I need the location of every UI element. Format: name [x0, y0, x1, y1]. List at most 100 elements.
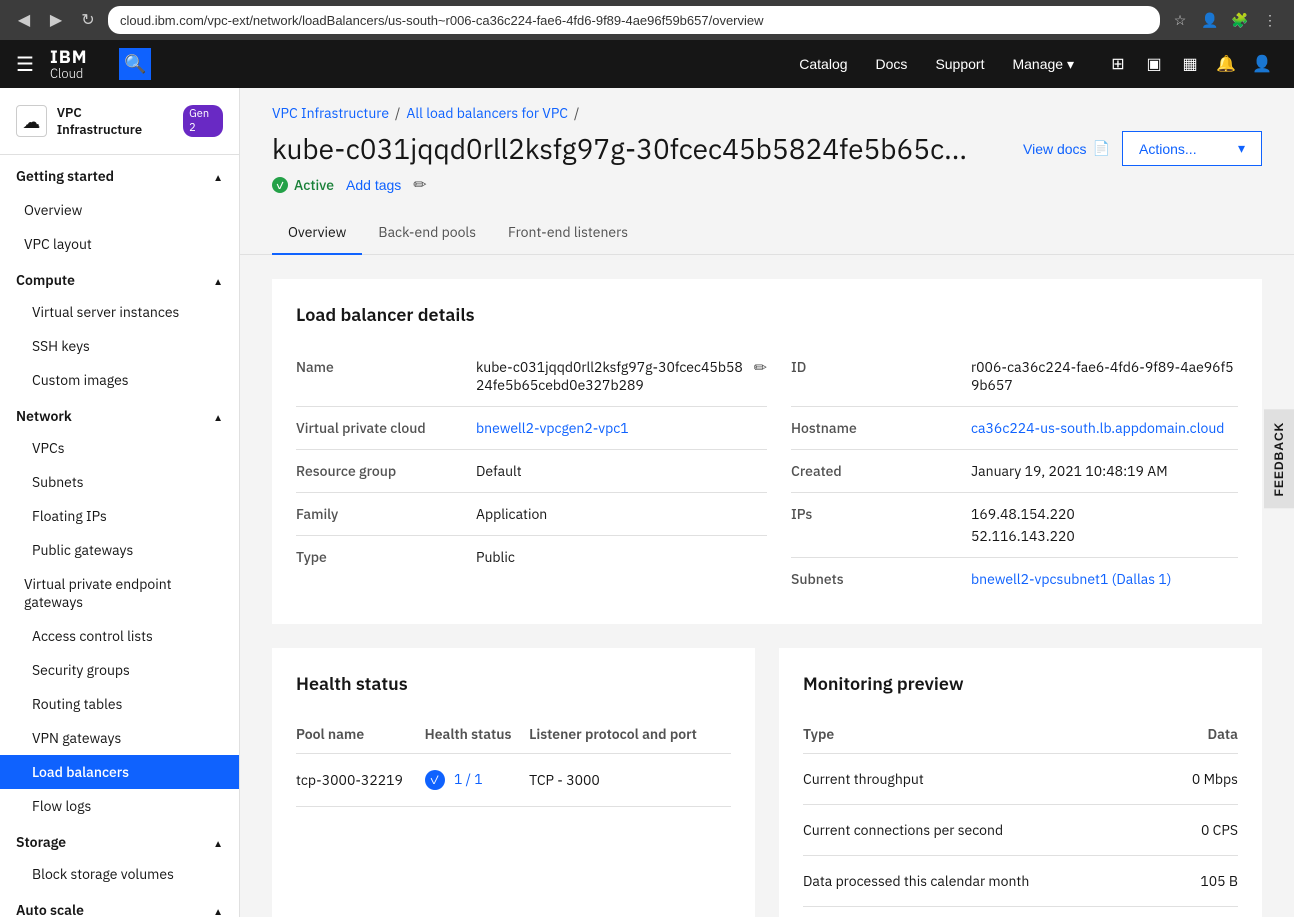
sidebar-item-subnets[interactable]: Subnets [0, 465, 239, 499]
monitoring-preview-title: Monitoring preview [803, 672, 1238, 695]
forward-button[interactable]: ▶ [44, 8, 68, 32]
status-label: Active [294, 176, 334, 194]
sidebar-item-block-storage[interactable]: Block storage volumes [0, 857, 239, 891]
sidebar-item-security-groups[interactable]: Security groups [0, 653, 239, 687]
subnet-link[interactable]: bnewell2-vpcsubnet1 (Dallas 1) [971, 570, 1171, 588]
detail-row-ips: IPs 169.48.154.220 52.116.143.220 [791, 493, 1238, 558]
compute-section[interactable]: Compute [0, 261, 239, 295]
support-link[interactable]: Support [923, 50, 996, 79]
sidebar-item-vpc-layout[interactable]: VPC layout [0, 227, 239, 261]
hostname-link[interactable]: ca36c224-us-south.lb.appdomain.cloud [971, 419, 1224, 437]
breadcrumb-all-load-balancers[interactable]: All load balancers for VPC [406, 104, 568, 122]
cost-icon[interactable]: ▣ [1138, 48, 1170, 80]
extension-icon[interactable]: 🧩 [1228, 8, 1252, 32]
family-text: Application [476, 505, 547, 523]
gen2-badge: Gen 2 [183, 105, 223, 137]
bottom-section: Health status Pool name Health status Li… [272, 648, 1262, 917]
health-status-link[interactable]: 1 / 1 [454, 770, 483, 788]
ibm-cloud-logo[interactable]: IBM Cloud [50, 47, 88, 81]
top-nav: ☰ IBM Cloud 🔍 Catalog Docs Support Manag… [0, 40, 1294, 88]
getting-started-section[interactable]: Getting started [0, 155, 239, 193]
add-tags-button[interactable]: Add tags [346, 177, 401, 193]
refresh-button[interactable]: ↻ [76, 8, 100, 32]
content-area: Load balancer details Name kube-c031jqqd… [240, 255, 1294, 917]
tab-overview[interactable]: Overview [272, 211, 362, 255]
detail-row-created: Created January 19, 2021 10:48:19 AM [791, 450, 1238, 493]
docs-link[interactable]: Docs [864, 50, 920, 79]
vpc-infrastructure-icon: ☁ [16, 105, 47, 137]
view-docs-button[interactable]: View docs 📄 [1023, 140, 1110, 157]
breadcrumb-vpc-infrastructure[interactable]: VPC Infrastructure [272, 104, 389, 122]
hamburger-menu[interactable]: ☰ [16, 52, 34, 77]
resource-group-text: Default [476, 462, 522, 480]
sidebar-item-floating-ips[interactable]: Floating IPs [0, 499, 239, 533]
edit-name-inline-button[interactable]: ✏ [754, 358, 767, 378]
vpc-link[interactable]: bnewell2-vpcgen2-vpc1 [476, 419, 629, 437]
ip2-text: 52.116.143.220 [971, 527, 1075, 545]
sidebar-item-vpeg[interactable]: Virtual private endpoint gateways [0, 567, 239, 619]
back-button[interactable]: ◀ [12, 8, 36, 32]
load-balancer-details-title: Load balancer details [296, 303, 1238, 326]
sidebar-item-public-gateways[interactable]: Public gateways [0, 533, 239, 567]
name-value: kube-c031jqqd0rll2ksfg97g-30fcec45b5824f… [476, 358, 767, 394]
sidebar-item-custom-images[interactable]: Custom images [0, 363, 239, 397]
overview-label: Overview [24, 201, 82, 219]
feedback-button[interactable]: FEEDBACK [1264, 409, 1294, 508]
sidebar-item-flow-logs[interactable]: Flow logs [0, 789, 239, 823]
storage-section[interactable]: Storage [0, 823, 239, 857]
sidebar-item-acl[interactable]: Access control lists [0, 619, 239, 653]
network-section[interactable]: Network [0, 397, 239, 431]
type-text: Public [476, 548, 515, 566]
monitoring-preview-card: Monitoring preview Type Data Current thr… [779, 648, 1262, 917]
sidebar-item-vpn-gateways[interactable]: VPN gateways [0, 721, 239, 755]
status-row: ✓ Active Add tags ✏ [272, 175, 1262, 195]
table-row: tcp-3000-32219 ✓ 1 / 1 TCP - 3000 [296, 754, 731, 807]
sidebar-item-virtual-server-instances[interactable]: Virtual server instances [0, 295, 239, 329]
monitoring-data-2: 105 B [1164, 856, 1238, 907]
health-status-card: Health status Pool name Health status Li… [272, 648, 755, 917]
getting-started-chevron [213, 167, 223, 185]
sidebar-item-ssh-keys[interactable]: SSH keys [0, 329, 239, 363]
edit-name-button[interactable]: ✏ [413, 175, 426, 195]
tab-back-end-pools[interactable]: Back-end pools [362, 211, 492, 255]
sidebar-item-vpcs[interactable]: VPCs [0, 431, 239, 465]
more-icon[interactable]: ⋮ [1258, 8, 1282, 32]
url-bar[interactable] [108, 6, 1160, 34]
health-status-table: Pool name Health status Listener protoco… [296, 715, 731, 807]
monitoring-type-3: Active connections [803, 907, 1164, 917]
detail-row-vpc: Virtual private cloud bnewell2-vpcgen2-v… [296, 407, 767, 450]
monitoring-preview-table: Type Data Current throughput 0 Mbps Curr… [803, 715, 1238, 917]
profile-icon[interactable]: 👤 [1198, 8, 1222, 32]
bookmark-icon[interactable]: ☆ [1168, 8, 1192, 32]
browser-icons: ☆ 👤 🧩 ⋮ [1168, 8, 1282, 32]
detail-grid: Name kube-c031jqqd0rll2ksfg97g-30fcec45b… [296, 346, 1238, 600]
auto-scale-section[interactable]: Auto scale [0, 891, 239, 917]
catalog-link[interactable]: Catalog [787, 50, 859, 79]
breadcrumb-sep-1: / [395, 104, 400, 122]
detail-row-hostname: Hostname ca36c224-us-south.lb.appdomain.… [791, 407, 1238, 450]
detail-row-name: Name kube-c031jqqd0rll2ksfg97g-30fcec45b… [296, 346, 767, 407]
tab-front-end-listeners[interactable]: Front-end listeners [492, 211, 644, 255]
getting-started-label: Getting started [16, 167, 114, 185]
sidebar-item-load-balancers[interactable]: Load balancers [0, 755, 239, 789]
infrastructure-icon[interactable]: ⊞ [1102, 48, 1134, 80]
sidebar-item-overview[interactable]: Overview [0, 193, 239, 227]
hostname-value: ca36c224-us-south.lb.appdomain.cloud [971, 419, 1238, 437]
id-value: r006-ca36c224-fae6-4fd6-9f89-4ae96f59b65… [971, 358, 1238, 394]
health-col-listener: Listener protocol and port [529, 715, 731, 754]
user-icon[interactable]: 👤 [1246, 48, 1278, 80]
notifications-icon[interactable]: 🔔 [1210, 48, 1242, 80]
hostname-label: Hostname [791, 419, 971, 437]
sidebar-item-routing-tables[interactable]: Routing tables [0, 687, 239, 721]
ibm-label: IBM [50, 47, 88, 67]
feedback-container: FEEDBACK [1264, 409, 1294, 508]
actions-button[interactable]: Actions... ▾ [1122, 131, 1262, 166]
vpc-label: Virtual private cloud [296, 419, 476, 437]
manage-link[interactable]: Manage ▾ [1000, 50, 1086, 79]
dashboard-icon[interactable]: ▦ [1174, 48, 1206, 80]
storage-chevron [213, 833, 223, 851]
vsi-label: Virtual server instances [32, 303, 179, 321]
detail-row-family: Family Application [296, 493, 767, 536]
search-button[interactable]: 🔍 [119, 48, 151, 80]
vpc-value: bnewell2-vpcgen2-vpc1 [476, 419, 767, 437]
